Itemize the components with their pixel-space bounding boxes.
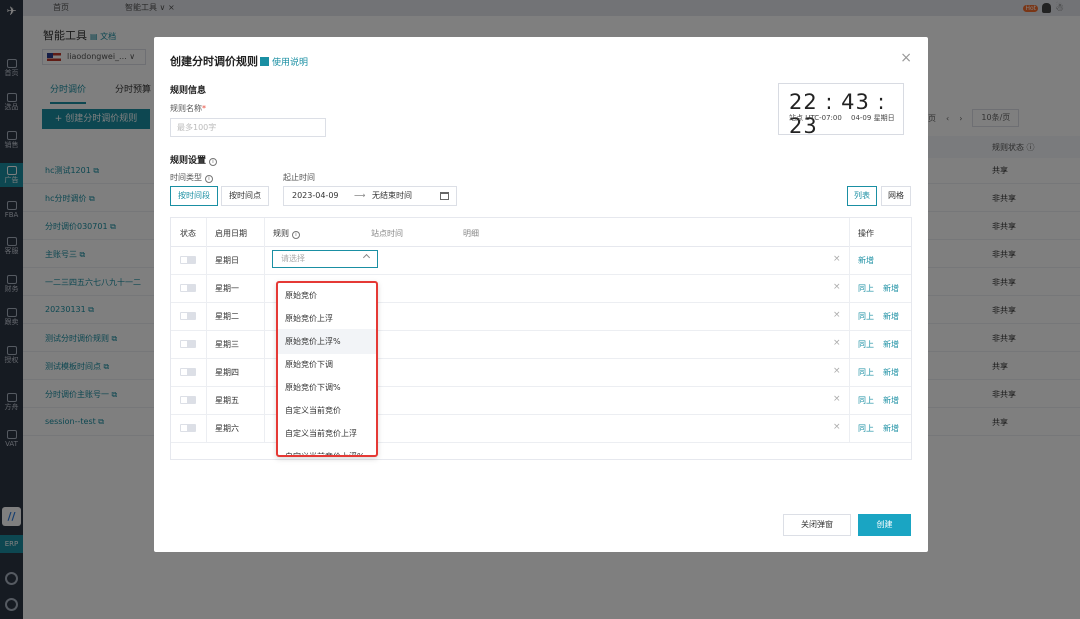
rule-name-input[interactable]: 最多100字 (170, 118, 326, 137)
same-as-above-button[interactable]: 同上 (858, 395, 874, 406)
modal-title: 创建分时调价规则 (170, 55, 258, 68)
same-as-above-button[interactable]: 同上 (858, 423, 874, 434)
dropdown-option[interactable]: 自定义当前竞价上浮% (278, 444, 376, 455)
status-toggle[interactable] (180, 312, 196, 320)
section-rule-settings: 规则设置 i (170, 153, 218, 166)
weekday-label: 星期五 (215, 396, 239, 405)
rule-dropdown: 原始竞价 原始竞价上浮 原始竞价上浮% 原始竞价下调 原始竞价下调% 自定义当前竞价 自定义… (276, 281, 378, 457)
date-end: 无结束时间 (372, 191, 412, 200)
remove-icon[interactable]: × (833, 338, 841, 348)
weekday-label: 星期一 (215, 284, 239, 293)
dropdown-option[interactable]: 原始竞价下调 (278, 352, 376, 377)
remove-icon[interactable]: × (833, 422, 841, 432)
rule-select[interactable]: 请选择 (272, 250, 378, 268)
remove-icon[interactable]: × (833, 366, 841, 376)
status-toggle[interactable] (180, 368, 196, 376)
add-button[interactable]: 新增 (883, 395, 899, 406)
book-icon (260, 57, 269, 66)
remove-icon[interactable]: × (833, 310, 841, 320)
view-grid-button[interactable]: 网格 (881, 186, 911, 206)
clock-date: 04-09 星期日 (851, 114, 895, 122)
add-button[interactable]: 新增 (883, 311, 899, 322)
remove-icon[interactable]: × (833, 282, 841, 292)
dropdown-option[interactable]: 原始竞价下调% (278, 375, 376, 400)
same-as-above-button[interactable]: 同上 (858, 367, 874, 378)
status-toggle[interactable] (180, 284, 196, 292)
add-button[interactable]: 新增 (883, 339, 899, 350)
header-date: 启用日期 (215, 229, 247, 238)
status-toggle[interactable] (180, 340, 196, 348)
create-rule-modal: 创建分时调价规则 使用说明 × 规则信息 规则名称* 最多100字 22 : 4… (154, 37, 928, 552)
weekday-label: 星期日 (215, 256, 239, 265)
header-detail: 明细 (463, 229, 479, 238)
table-row: 星期日 请选择 × 新增 (171, 247, 911, 275)
date-range-picker[interactable]: 2023-04-09 ⟶ 无结束时间 (283, 186, 457, 206)
rule-name-label: 规则名称* (170, 104, 206, 113)
start-end-label: 起止时间 (283, 173, 315, 182)
calendar-icon (440, 192, 449, 200)
dropdown-option[interactable]: 原始竞价上浮% (278, 329, 376, 354)
add-button[interactable]: 新增 (883, 423, 899, 434)
weekday-label: 星期四 (215, 368, 239, 377)
add-button[interactable]: 新增 (858, 255, 874, 266)
header-site-time: 站点时间 (371, 229, 403, 238)
table-header: 状态 启用日期 规则 i 站点时间 明细 操作 (171, 218, 911, 247)
header-action: 操作 (858, 229, 874, 238)
dropdown-option[interactable]: 自定义当前竞价上浮 (278, 421, 376, 446)
same-as-above-button[interactable]: 同上 (858, 339, 874, 350)
info-icon[interactable]: i (205, 175, 213, 183)
view-list-button[interactable]: 列表 (847, 186, 877, 206)
chevron-up-icon (362, 253, 371, 262)
close-modal-button[interactable]: 关闭弹窗 (783, 514, 851, 536)
time-type-period[interactable]: 按时间段 (170, 186, 218, 206)
status-toggle[interactable] (180, 424, 196, 432)
remove-icon[interactable]: × (833, 254, 841, 264)
info-icon[interactable]: i (209, 158, 218, 166)
site-clock: 22 : 43 : 23 站点 UTC-07:00 04-09 星期日 (778, 83, 904, 138)
header-rule: 规则 i (273, 228, 300, 239)
status-toggle[interactable] (180, 256, 196, 264)
close-icon[interactable]: × (900, 50, 912, 66)
weekday-label: 星期三 (215, 340, 239, 349)
section-rule-info: 规则信息 (170, 86, 207, 96)
header-status: 状态 (180, 229, 196, 238)
dropdown-option[interactable]: 自定义当前竞价 (278, 398, 376, 423)
dropdown-option[interactable]: 原始竞价 (278, 283, 376, 308)
help-link[interactable]: 使用说明 (260, 55, 308, 68)
same-as-above-button[interactable]: 同上 (858, 283, 874, 294)
add-button[interactable]: 新增 (883, 367, 899, 378)
date-start: 2023-04-09 (292, 191, 339, 200)
weekday-label: 星期六 (215, 424, 239, 433)
status-toggle[interactable] (180, 396, 196, 404)
same-as-above-button[interactable]: 同上 (858, 311, 874, 322)
create-button[interactable]: 创建 (858, 514, 911, 536)
time-type-label: 时间类型 i (170, 172, 213, 183)
remove-icon[interactable]: × (833, 394, 841, 404)
date-arrow: ⟶ (354, 191, 366, 200)
weekday-label: 星期二 (215, 312, 239, 321)
dropdown-option[interactable]: 原始竞价上浮 (278, 306, 376, 331)
info-icon[interactable]: i (292, 231, 300, 239)
clock-zone: 站点 UTC-07:00 (789, 114, 842, 122)
time-type-point[interactable]: 按时间点 (221, 186, 269, 206)
add-button[interactable]: 新增 (883, 283, 899, 294)
